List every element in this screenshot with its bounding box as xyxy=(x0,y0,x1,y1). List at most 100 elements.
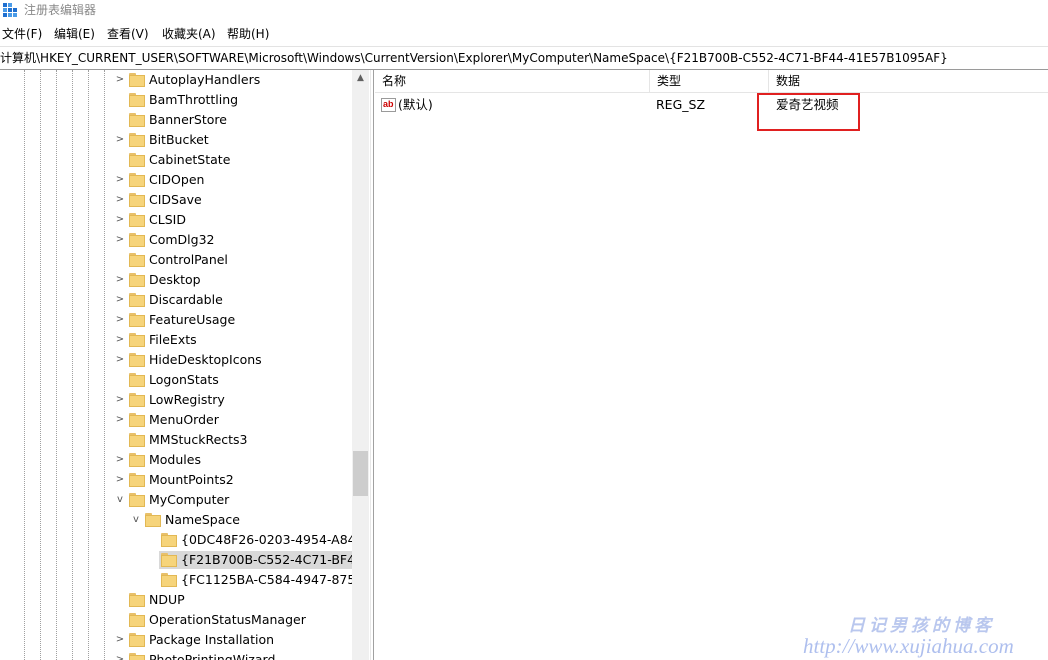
chevron-right-icon[interactable]: > xyxy=(115,275,125,285)
folder-icon xyxy=(161,533,177,547)
header-divider xyxy=(375,92,1048,93)
tree-item[interactable]: > MenuOrder xyxy=(0,410,352,430)
tree-item[interactable]: > BitBucket xyxy=(0,130,352,150)
folder-icon xyxy=(129,453,145,467)
pane-splitter[interactable] xyxy=(370,70,374,660)
chevron-right-icon[interactable]: > xyxy=(115,175,125,185)
tree-scrollbar[interactable]: ▲ xyxy=(352,70,369,660)
tree-item[interactable]: > PhotoPrintingWizard xyxy=(0,650,352,660)
chevron-right-icon[interactable]: > xyxy=(115,415,125,425)
chevron-right-icon[interactable]: > xyxy=(115,235,125,245)
chevron-right-icon[interactable]: > xyxy=(115,655,125,660)
chevron-right-icon[interactable]: > xyxy=(115,315,125,325)
folder-icon xyxy=(129,153,145,167)
tree-item-label: FileExts xyxy=(149,332,197,347)
string-value-icon: ab xyxy=(381,98,396,112)
chevron-right-icon[interactable]: > xyxy=(115,75,125,85)
tree-item[interactable]: OperationStatusManager xyxy=(0,610,352,630)
menu-edit[interactable]: 编辑(E) xyxy=(54,26,95,42)
tree-item[interactable]: v MyComputer xyxy=(0,490,352,510)
tree-item[interactable]: > FileExts xyxy=(0,330,352,350)
tree-item-label: Modules xyxy=(149,452,201,467)
tree-item[interactable]: v NameSpace xyxy=(0,510,352,530)
tree-item-label: BamThrottling xyxy=(149,92,239,107)
tree-item[interactable]: > FeatureUsage xyxy=(0,310,352,330)
chevron-right-icon[interactable]: > xyxy=(115,215,125,225)
tree-item-label: AutoplayHandlers xyxy=(149,72,261,87)
chevron-right-icon[interactable]: > xyxy=(115,295,125,305)
address-bar[interactable]: 计算机\HKEY_CURRENT_USER\SOFTWARE\Microsoft… xyxy=(0,46,1048,70)
tree-item[interactable]: BamThrottling xyxy=(0,90,352,110)
highlight-annotation-box xyxy=(757,93,860,131)
tree-item[interactable]: ControlPanel xyxy=(0,250,352,270)
tree-item-label: HideDesktopIcons xyxy=(149,352,262,367)
tree-item[interactable]: > AutoplayHandlers xyxy=(0,70,352,90)
tree-item[interactable]: > CIDOpen xyxy=(0,170,352,190)
tree-item[interactable]: > Package Installation xyxy=(0,630,352,650)
scroll-thumb[interactable] xyxy=(353,451,368,496)
tree-item[interactable]: {FC1125BA-C584-4947-8750-E xyxy=(0,570,369,590)
folder-icon xyxy=(129,113,145,127)
chevron-right-icon[interactable]: > xyxy=(115,475,125,485)
chevron-right-icon[interactable]: > xyxy=(115,335,125,345)
tree-item[interactable]: > LowRegistry xyxy=(0,390,352,410)
tree-item[interactable]: {0DC48F26-0203-4954-A848-5 xyxy=(0,530,369,550)
chevron-right-icon[interactable]: > xyxy=(115,635,125,645)
tree-item-label: Discardable xyxy=(149,292,223,307)
registry-tree[interactable]: > AutoplayHandlers BamThrottling BannerStor… xyxy=(0,70,369,660)
tree-item[interactable]: > Modules xyxy=(0,450,352,470)
tree-item[interactable]: BannerStore xyxy=(0,110,352,130)
chevron-right-icon[interactable]: > xyxy=(115,195,125,205)
menu-help[interactable]: 帮助(H) xyxy=(227,26,269,42)
chevron-down-icon[interactable]: v xyxy=(115,495,125,505)
folder-icon xyxy=(129,213,145,227)
folder-icon xyxy=(129,133,145,147)
tree-item-label: OperationStatusManager xyxy=(149,612,306,627)
tree-item-label: NameSpace xyxy=(165,512,240,527)
folder-icon xyxy=(129,653,145,660)
tree-item[interactable]: > CIDSave xyxy=(0,190,352,210)
tree-item[interactable]: > ComDlg32 xyxy=(0,230,352,250)
watermark-blog-name: 日记男孩的博客 xyxy=(848,616,995,635)
folder-icon xyxy=(129,193,145,207)
values-list[interactable]: 名称 类型 数据 ab (默认) REG_SZ 爱奇艺视频 xyxy=(375,70,1048,660)
menu-file[interactable]: 文件(F) xyxy=(2,26,42,42)
chevron-right-icon[interactable]: > xyxy=(115,355,125,365)
tree-item-label: FeatureUsage xyxy=(149,312,236,327)
folder-icon xyxy=(129,173,145,187)
tree-item[interactable]: > Discardable xyxy=(0,290,352,310)
folder-icon xyxy=(129,233,145,247)
tree-item[interactable]: CabinetState xyxy=(0,150,352,170)
address-path[interactable]: 计算机\HKEY_CURRENT_USER\SOFTWARE\Microsoft… xyxy=(0,50,948,66)
tree-item[interactable]: > Desktop xyxy=(0,270,352,290)
tree-item-label: NDUP xyxy=(149,592,185,607)
tree-item[interactable]: > HideDesktopIcons xyxy=(0,350,352,370)
tree-item-label: MMStuckRects3 xyxy=(149,432,248,447)
folder-icon xyxy=(129,473,145,487)
tree-item[interactable]: {F21B700B-C552-4C71-BF44-4 xyxy=(0,550,369,570)
folder-icon xyxy=(145,513,161,527)
value-name[interactable]: (默认) xyxy=(398,97,433,113)
folder-icon xyxy=(129,73,145,87)
scroll-up-arrow-icon[interactable]: ▲ xyxy=(352,70,369,87)
chevron-right-icon[interactable]: > xyxy=(115,455,125,465)
tree-item[interactable]: NDUP xyxy=(0,590,352,610)
tree-item[interactable]: MMStuckRects3 xyxy=(0,430,352,450)
column-header-data[interactable]: 数据 xyxy=(769,70,1048,92)
chevron-right-icon[interactable]: > xyxy=(115,395,125,405)
tree-item-label: {FC1125BA-C584-4947-8750-E xyxy=(181,572,369,587)
chevron-right-icon[interactable]: > xyxy=(115,135,125,145)
column-header-type[interactable]: 类型 xyxy=(650,70,769,92)
folder-icon xyxy=(129,313,145,327)
tree-item[interactable]: > CLSID xyxy=(0,210,352,230)
menu-view[interactable]: 查看(V) xyxy=(107,26,149,42)
chevron-down-icon[interactable]: v xyxy=(131,515,141,525)
menu-favorites[interactable]: 收藏夹(A) xyxy=(162,26,216,42)
column-header-name[interactable]: 名称 xyxy=(375,70,650,92)
tree-item-label: MountPoints2 xyxy=(149,472,234,487)
tree-item[interactable]: LogonStats xyxy=(0,370,352,390)
folder-icon xyxy=(129,393,145,407)
folder-icon xyxy=(129,593,145,607)
value-type: REG_SZ xyxy=(656,97,706,112)
tree-item[interactable]: > MountPoints2 xyxy=(0,470,352,490)
